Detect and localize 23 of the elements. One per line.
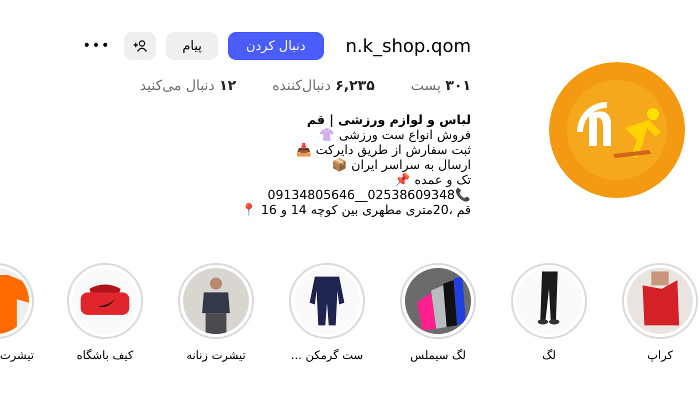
bio-line: ارسال به سراسر ایران 📦 — [330, 157, 471, 172]
profile-stat: ۱۲ دنبال می‌کنید — [140, 78, 236, 94]
username: n.k_shop.qom — [346, 36, 471, 56]
highlight-label: کراپ — [647, 348, 673, 362]
bio-line: فروش انواع ست ورزشی 👚 — [318, 127, 471, 142]
follow-button[interactable]: دنبال کردن — [228, 32, 324, 60]
add-user-button[interactable] — [124, 32, 156, 60]
bio-line: تک و عمده 📌 — [394, 172, 471, 187]
more-button[interactable]: ••• — [78, 38, 114, 54]
highlight-label: لگ — [542, 348, 556, 362]
highlight-label: کیف باشگاه — [76, 348, 134, 362]
profile-stat: ۳۰۱ پست — [410, 78, 471, 94]
bio-line: 📞02538609348__09134805646 — [266, 187, 471, 202]
add-person-icon — [133, 40, 148, 52]
message-button[interactable]: پیام — [166, 32, 218, 60]
bio-title: لباس و لوازم ورزشی | قم — [306, 112, 471, 127]
highlight-label: تیشرت زنانه — [186, 348, 246, 362]
highlight-label: لگ سیملس — [410, 348, 466, 362]
highlight-label: تیشرت — [0, 348, 34, 362]
highlight-label: ست گرمکن ... — [290, 348, 364, 362]
bio-line: قم ،20متری مطهری بین کوچه 14 و 16 📍 — [240, 202, 471, 217]
bio-line: ثبت سفارش از طریق دایرکت 📥 — [294, 142, 471, 157]
profile-stat: ۶,۲۳۵ دنبال‌کننده — [272, 78, 375, 94]
